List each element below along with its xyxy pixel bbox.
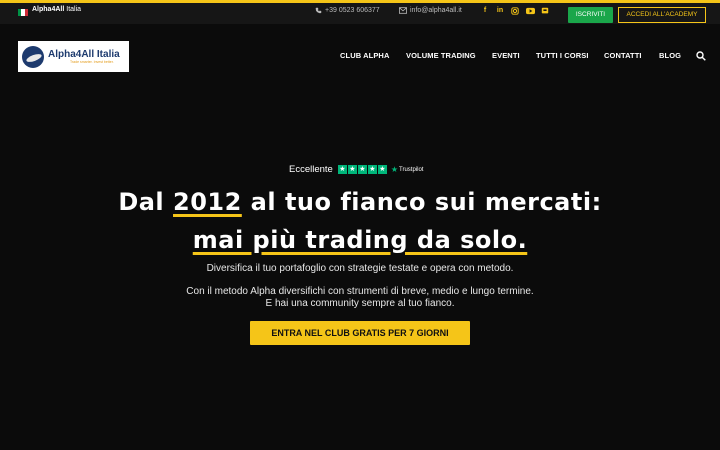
phone-number: +39 0523 606377 bbox=[325, 7, 380, 14]
hero-title-line2: mai più trading da solo. bbox=[0, 226, 720, 254]
youtube-icon[interactable] bbox=[526, 7, 535, 15]
hero-body-line1: Con il metodo Alpha diversifichi con str… bbox=[186, 286, 534, 297]
hero-subtitle: Diversifica il tuo portafoglio con strat… bbox=[206, 263, 514, 274]
hero-title-text: al tuo fianco sui mercati: bbox=[241, 188, 602, 216]
phone-link[interactable]: +39 0523 606377 bbox=[315, 7, 380, 14]
search-icon[interactable] bbox=[696, 51, 706, 61]
nav-tutti-i-corsi[interactable]: TUTTI I CORSI bbox=[536, 51, 589, 60]
logo-tagline: Trade smarter. Invest better. bbox=[70, 59, 114, 64]
site-logo[interactable]: Alpha4All Italia Trade smarter. Invest b… bbox=[18, 41, 129, 72]
mail-icon bbox=[399, 7, 407, 14]
site-name-rest: Italia bbox=[66, 6, 82, 13]
hero-title-line1: Dal 2012 al tuo fianco sui mercati: bbox=[0, 188, 720, 216]
trustpilot-brand: Trustpilot bbox=[399, 166, 424, 173]
discord-icon[interactable] bbox=[541, 7, 549, 15]
instagram-icon[interactable] bbox=[511, 7, 519, 15]
subscribe-button[interactable]: ISCRIVITI bbox=[568, 7, 613, 23]
phone-icon bbox=[315, 7, 322, 14]
site-name-bold: Alpha4All bbox=[32, 6, 65, 13]
nav-eventi[interactable]: EVENTI bbox=[492, 51, 520, 60]
star-icon: ★ bbox=[357, 165, 367, 174]
linkedin-icon[interactable]: in bbox=[496, 7, 504, 15]
italy-flag-icon bbox=[18, 9, 28, 16]
trustpilot-rating[interactable]: Eccellente ★ ★ ★ ★ ★ ★ Trustpilot bbox=[289, 164, 423, 175]
nav-club-alpha[interactable]: CLUB ALPHA bbox=[340, 51, 389, 60]
star-icon: ★ bbox=[367, 165, 377, 174]
star-icon: ★ bbox=[347, 165, 357, 174]
rating-stars: ★ ★ ★ ★ ★ bbox=[337, 165, 387, 174]
email-address: info@alpha4all.it bbox=[410, 7, 462, 14]
hero-title-highlight-year: 2012 bbox=[173, 188, 242, 216]
star-icon: ★ bbox=[337, 165, 347, 174]
email-link[interactable]: info@alpha4all.it bbox=[399, 7, 462, 14]
logo-title: Alpha4All Italia bbox=[48, 48, 120, 60]
hero-title-text: Dal bbox=[118, 188, 174, 216]
social-links: f in bbox=[481, 7, 549, 15]
nav-volume-trading[interactable]: VOLUME TRADING bbox=[406, 51, 476, 60]
hero-body-line2: E hai una community sempre al tuo fianco… bbox=[265, 298, 455, 309]
nav-blog[interactable]: BLOG bbox=[659, 51, 681, 60]
academy-login-button[interactable]: ACCEDI ALL'ACADEMY bbox=[618, 7, 706, 23]
nav-contatti[interactable]: CONTATTI bbox=[604, 51, 642, 60]
trustpilot-label: Eccellente bbox=[289, 164, 333, 175]
top-bar: Alpha4All Italia +39 0523 606377 info@al… bbox=[0, 0, 720, 24]
facebook-icon[interactable]: f bbox=[481, 7, 489, 15]
trustpilot-logo: ★ Trustpilot bbox=[391, 165, 424, 174]
logo-text: Alpha4All Italia Trade smarter. Invest b… bbox=[48, 49, 120, 65]
hero-title-highlight: mai più trading da solo. bbox=[192, 226, 528, 254]
trustpilot-star-icon: ★ bbox=[390, 165, 399, 174]
site-name: Alpha4All Italia bbox=[32, 6, 81, 13]
free-trial-cta-button[interactable]: ENTRA NEL CLUB GRATIS PER 7 GIORNI bbox=[250, 321, 470, 345]
eagle-logo-icon bbox=[22, 45, 44, 68]
star-icon: ★ bbox=[377, 165, 387, 174]
